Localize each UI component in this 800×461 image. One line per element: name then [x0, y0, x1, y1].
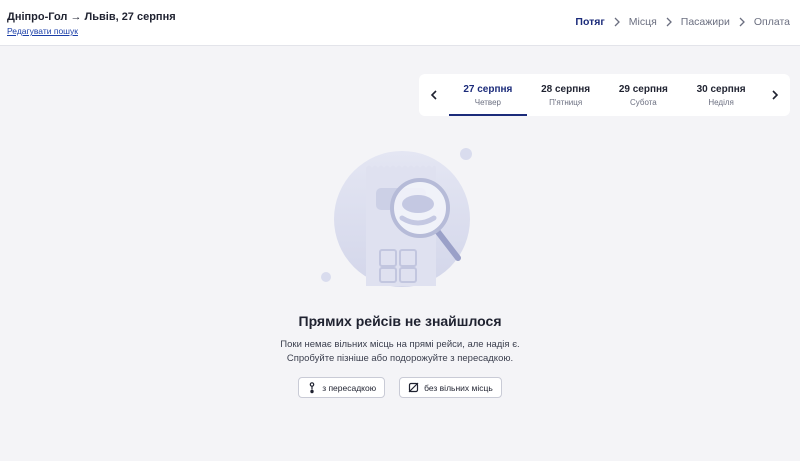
chevron-right-icon	[736, 16, 748, 28]
empty-state-title: Прямих рейсів не знайшлося	[298, 313, 502, 329]
chevron-right-icon	[663, 16, 675, 28]
transfer-filter-button[interactable]: з пересадкою	[298, 377, 386, 398]
chevron-right-icon	[772, 90, 779, 100]
date-tab-30[interactable]: 30 серпня Неділя	[682, 74, 760, 116]
next-date-button[interactable]	[760, 74, 790, 116]
filter-chips: з пересадкою без вільних місць	[0, 377, 800, 398]
step-passengers[interactable]: Пасажири	[681, 16, 730, 28]
empty-search-illustration	[321, 148, 472, 287]
date-label: 28 серпня	[541, 83, 591, 95]
date-tab-27[interactable]: 27 серпня Четвер	[449, 74, 527, 116]
empty-state-description: Поки немає вільних місць на прямі рейси,…	[0, 338, 800, 366]
step-train[interactable]: Потяг	[575, 16, 604, 28]
decor-dot	[460, 148, 472, 160]
edit-search-link[interactable]: Редагувати пошук	[7, 26, 78, 36]
no-seats-icon	[408, 382, 419, 393]
header: Дніпро-Гол → Львів, 27 серпня Редагувати…	[0, 0, 800, 46]
chevron-left-icon	[430, 90, 437, 100]
chevron-right-icon	[611, 16, 623, 28]
transfer-icon	[309, 381, 315, 393]
date-label: 29 серпня	[618, 83, 668, 95]
date-selector: 27 серпня Четвер 28 серпня П'ятниця 29 с…	[419, 74, 790, 116]
description-line: Поки немає вільних місць на прямі рейси,…	[280, 339, 520, 350]
date-tab-28[interactable]: 28 серпня П'ятниця	[527, 74, 605, 116]
no-seats-filter-button[interactable]: без вільних місць	[399, 377, 502, 398]
step-payment[interactable]: Оплата	[754, 16, 790, 28]
route-title: Дніпро-Гол → Львів, 27 серпня	[7, 11, 176, 23]
prev-date-button[interactable]	[419, 74, 449, 116]
chip-label: з пересадкою	[322, 382, 377, 393]
date-tab-29[interactable]: 29 серпня Субота	[605, 74, 683, 116]
description-line: Спробуйте пізніше або подорожуйте з пере…	[286, 353, 514, 364]
date-tabs: 27 серпня Четвер 28 серпня П'ятниця 29 с…	[449, 74, 760, 116]
step-seats[interactable]: Місця	[629, 16, 657, 28]
date-label: 27 серпня	[463, 83, 513, 95]
decor-dot	[321, 272, 331, 282]
chip-label: без вільних місць	[424, 382, 493, 393]
weekday-label: Четвер	[474, 97, 501, 107]
date-label: 30 серпня	[696, 83, 746, 95]
weekday-label: Неділя	[708, 97, 734, 107]
weekday-label: Субота	[630, 97, 657, 107]
weekday-label: П'ятниця	[549, 97, 583, 107]
booking-steps: Потяг Місця Пасажири Оплата	[575, 16, 790, 28]
